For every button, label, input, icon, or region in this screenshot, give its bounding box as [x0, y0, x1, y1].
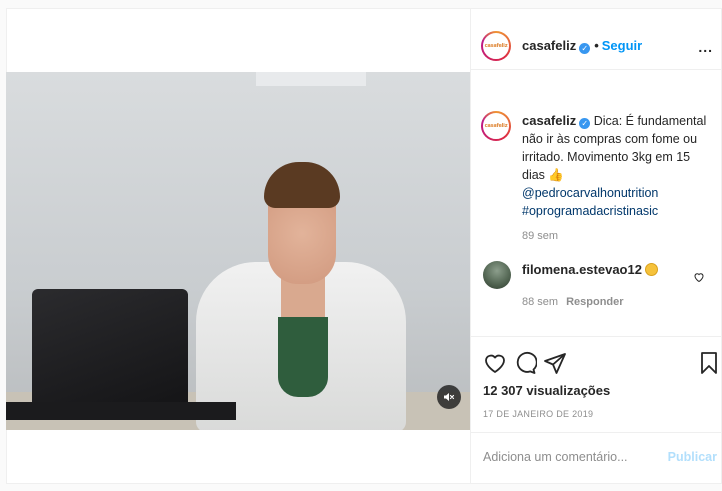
avatar-logo: casafeliz [484, 43, 508, 49]
view-count[interactable]: 12 307 visualizações [483, 383, 610, 398]
video-person-shirt [278, 317, 328, 397]
comment-input[interactable] [483, 450, 663, 464]
post-header: casafeliz casafeliz ✓ • Seguir ... [471, 8, 722, 70]
caption: casafeliz ✓ Dica: É fundamental não ir às… [522, 112, 712, 220]
verified-badge-icon: ✓ [579, 43, 591, 54]
video-laptop [32, 289, 188, 409]
commenter-username[interactable]: filomena.estevao12 [522, 262, 642, 277]
account-avatar[interactable]: casafeliz [481, 31, 511, 61]
commenter-avatar[interactable] [483, 261, 511, 289]
comment-timestamp[interactable]: 88 sem [522, 296, 558, 308]
publish-button[interactable]: Publicar [668, 450, 717, 464]
caption-username[interactable]: casafeliz [522, 113, 576, 128]
add-comment-bar: Publicar [471, 432, 722, 484]
video-laptop-base [6, 402, 236, 420]
comment-icon[interactable] [513, 351, 537, 375]
comment-meta: 88 sem Responder [522, 296, 624, 308]
post-side-panel: casafeliz casafeliz ✓ • Seguir ... casafeli… [470, 8, 722, 484]
account-name-row: casafeliz ✓ • Seguir [522, 38, 642, 54]
more-options-icon[interactable]: ... [698, 39, 713, 55]
speaker-muted-icon [444, 393, 455, 401]
caption-avatar[interactable]: casafeliz [481, 111, 511, 141]
save-bookmark-icon[interactable] [697, 351, 721, 375]
video-ceiling-light [256, 72, 366, 86]
caption-mention[interactable]: @pedrocarvalhonutrition [522, 186, 658, 200]
reply-button[interactable]: Responder [566, 296, 623, 308]
separator-dot: • [594, 38, 599, 53]
share-icon[interactable] [543, 351, 567, 375]
comment-item: filomena.estevao12 88 sem Responder [471, 256, 722, 316]
like-icon[interactable] [483, 351, 507, 375]
smile-emoji-icon [644, 263, 658, 276]
comment-like-icon[interactable] [693, 271, 705, 283]
comment-text: filomena.estevao12 [522, 262, 658, 277]
caption-timestamp[interactable]: 89 sem [522, 230, 558, 242]
follow-button[interactable]: Seguir [602, 38, 642, 53]
mute-button[interactable] [437, 385, 461, 409]
avatar-logo: casafeliz [484, 123, 508, 129]
verified-badge-icon: ✓ [579, 118, 591, 129]
caption-block: casafeliz casafeliz ✓ Dica: É fundamental… [471, 70, 722, 248]
account-username[interactable]: casafeliz [522, 38, 576, 53]
caption-hashtag[interactable]: #oprogramadacristinasic [522, 204, 658, 218]
post-video[interactable] [6, 72, 470, 430]
post-date[interactable]: 17 DE JANEIRO DE 2019 [483, 409, 593, 419]
